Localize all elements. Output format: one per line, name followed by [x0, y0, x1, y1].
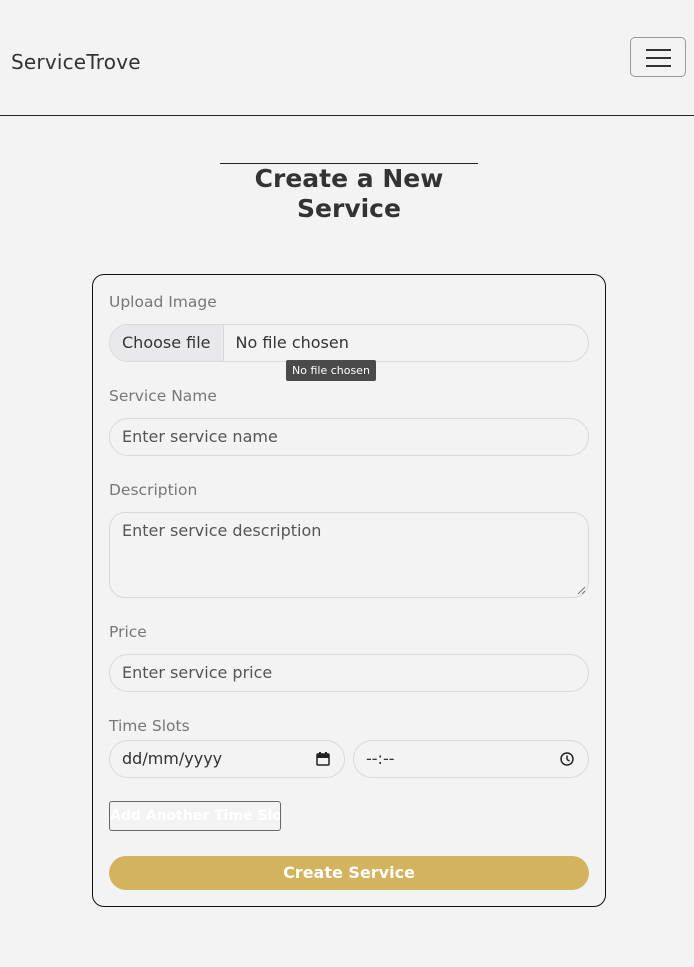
create-service-button[interactable]: Create Service: [109, 856, 589, 890]
brand-logo[interactable]: ServiceTrove: [11, 50, 141, 74]
time-slots-label: Time Slots: [109, 717, 190, 735]
date-input[interactable]: dd/mm/yyyy: [109, 740, 345, 778]
description-textarea[interactable]: Enter service description: [109, 512, 589, 598]
price-input[interactable]: Enter service price: [109, 654, 589, 692]
calendar-icon[interactable]: [316, 752, 330, 766]
add-time-slot-button[interactable]: Add Another Time Slot: [109, 801, 281, 831]
file-status-text: No file chosen: [235, 333, 349, 352]
page-title: Create a New Service: [220, 162, 478, 224]
navbar: ServiceTrove: [0, 0, 694, 116]
resize-handle-icon[interactable]: [576, 585, 586, 595]
description-placeholder: Enter service description: [122, 521, 322, 540]
navbar-toggle-button[interactable]: [630, 37, 686, 77]
time-input[interactable]: --:--: [353, 740, 589, 778]
clock-icon[interactable]: [560, 752, 574, 766]
file-tooltip: No file chosen: [286, 360, 376, 381]
date-placeholder: dd/mm/yyyy: [122, 749, 223, 768]
file-upload-input[interactable]: Choose file No file chosen: [109, 324, 589, 362]
time-placeholder: --:--: [366, 749, 395, 768]
description-label: Description: [109, 481, 198, 499]
page-title-line2: Service: [297, 194, 401, 223]
service-name-input[interactable]: Enter service name: [109, 418, 589, 456]
service-name-label: Service Name: [109, 387, 217, 405]
price-label: Price: [109, 623, 147, 641]
choose-file-button[interactable]: Choose file: [110, 325, 224, 361]
page-title-line1: Create a New: [254, 164, 444, 193]
upload-image-label: Upload Image: [109, 293, 217, 311]
create-service-form: Upload Image Choose file No file chosen …: [92, 274, 606, 907]
